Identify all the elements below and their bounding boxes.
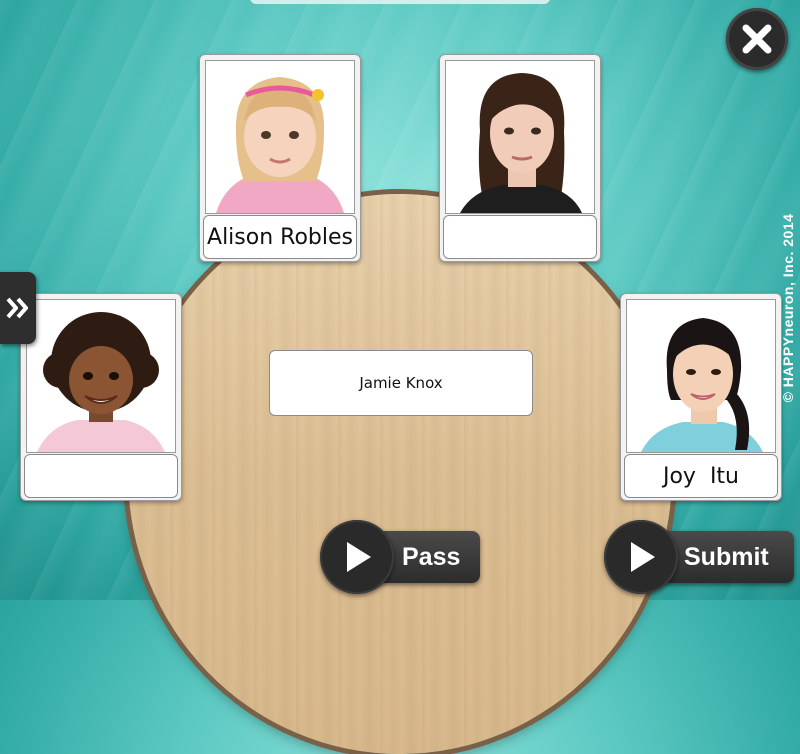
submit-play-button[interactable]: [604, 520, 678, 594]
copyright-text: © HAPPYneuron, Inc. 2014: [780, 213, 796, 403]
side-panel-toggle[interactable]: [0, 272, 36, 344]
pass-play-button[interactable]: [320, 520, 394, 594]
photo-boy: [26, 299, 176, 453]
double-chevron-right-icon: [6, 297, 28, 319]
card-woman-dark-hair[interactable]: [439, 54, 601, 262]
name-slot-joy[interactable]: Joy Itu: [624, 454, 778, 498]
submit-label: Submit: [684, 542, 769, 571]
card-joy-itu[interactable]: Joy Itu: [620, 293, 782, 501]
card-alison-robles[interactable]: Alison Robles: [199, 54, 361, 262]
portrait-woman-icon: [446, 61, 594, 213]
top-bar: [250, 0, 550, 4]
photo-girl: [205, 60, 355, 214]
wooden-table: [128, 194, 672, 754]
pass-label: Pass: [402, 542, 461, 571]
play-icon: [347, 542, 371, 572]
name-slot-boy[interactable]: [24, 454, 178, 498]
close-icon: [742, 24, 772, 54]
card-boy-curly-hair[interactable]: [20, 293, 182, 501]
portrait-boy-icon: [27, 300, 175, 452]
portrait-woman-ponytail-icon: [627, 300, 775, 452]
close-button[interactable]: [726, 8, 788, 70]
name-slot-woman[interactable]: [443, 215, 597, 259]
name-slot-alison[interactable]: Alison Robles: [203, 215, 357, 259]
draggable-name-tag[interactable]: Jamie Knox: [269, 350, 533, 416]
portrait-girl-icon: [206, 61, 354, 213]
play-icon: [631, 542, 655, 572]
photo-woman-dark-hair: [445, 60, 595, 214]
photo-joy: [626, 299, 776, 453]
